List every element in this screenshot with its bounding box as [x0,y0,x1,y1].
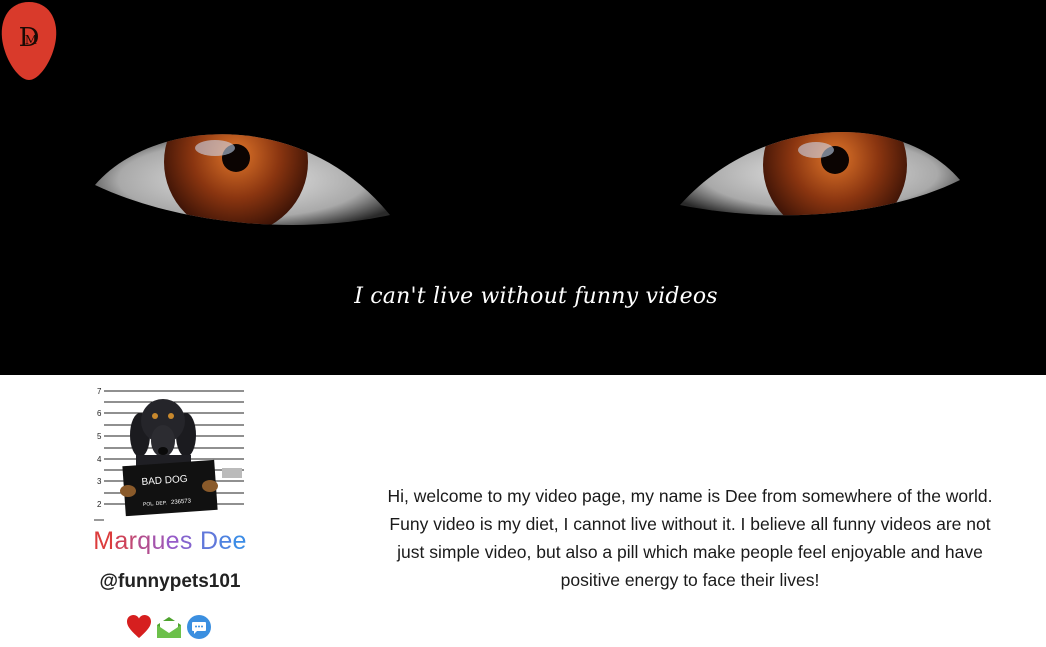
bio-text: Hi, welcome to my video page, my name is… [387,486,993,590]
svg-text:2: 2 [97,500,102,509]
svg-text:7: 7 [97,387,102,396]
eyes-artwork [95,131,960,225]
right-eye [680,131,960,216]
svg-text:5: 5 [97,432,102,441]
chat-icon[interactable] [186,614,212,640]
svg-text:M: M [25,33,37,47]
hero-banner: D M I can't live without funny videos [0,0,1046,375]
profile-name-text: Marques Dee [93,527,247,555]
profile-handle: @funnypets101 [99,571,241,592]
mail-icon[interactable] [156,614,182,640]
svg-text:6: 6 [97,409,102,418]
left-eye [95,134,390,225]
profile-actions [126,614,212,640]
svg-text:3: 3 [97,477,102,486]
heart-icon[interactable] [126,614,152,640]
dm-monogram-logo[interactable]: D M [0,0,58,82]
svg-text:4: 4 [97,455,102,464]
profile-name: Marques Dee [60,527,280,556]
hero-tagline: I can't live without funny videos [354,284,718,309]
bad-dog-mugshot-image: 7 6 5 4 3 2 BAD DOG POL. DEP. 236573 [94,383,246,523]
